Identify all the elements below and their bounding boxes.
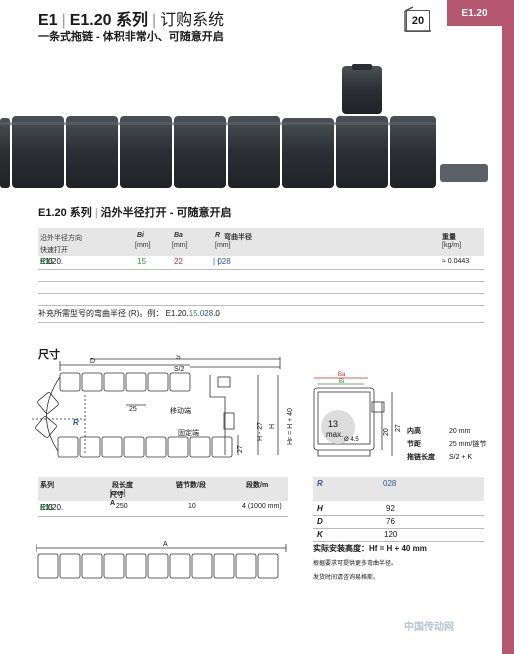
table-divider	[313, 515, 484, 516]
segment-table-header: 系列 段长度 尺寸 A [mm] 链节数/段 段数/m	[38, 477, 288, 507]
label-r: R	[73, 418, 79, 427]
table-divider	[38, 293, 484, 294]
label-moving-end: 移动端	[170, 406, 191, 415]
radius-col-value: 028	[383, 479, 397, 488]
col-bi-unit: [mm]	[135, 242, 151, 249]
page-subtitle: 一条式拖链 - 体积非常小、可随意开启	[38, 31, 224, 43]
segment-row[interactable]: E1.20. 015. R .0 250 10 4 (1000 mm)	[38, 503, 288, 515]
label-max: max.	[326, 430, 343, 439]
segment-links	[37, 553, 279, 579]
col-count: 段数/m	[246, 482, 269, 489]
label-27: 27	[237, 445, 244, 453]
page-edge-band	[502, 0, 514, 654]
label-s: S	[176, 355, 181, 361]
order-r: | 028 |	[213, 257, 231, 266]
page-number-frame	[404, 6, 431, 32]
radius-table-header: R 028	[313, 477, 484, 501]
col-ba: Ba	[174, 232, 183, 239]
label-a: A	[163, 541, 168, 548]
cross-section-drawing: Ba Bi 13 max. Ø 4.5 20 27	[313, 372, 402, 457]
footnote-2: 发货时间请咨询易格斯。	[313, 575, 380, 581]
order-table-header: 沿外半径方向 快速打开 Bi [mm] Ba [mm] R 弯曲半径 [mm] …	[38, 228, 484, 256]
col-length: 段长度	[112, 482, 133, 489]
radius-note-text: 补充所需型号的弯曲半径 (R)。例：	[38, 309, 164, 318]
watermark: 中国传动网	[404, 622, 454, 633]
chain-links	[0, 64, 488, 188]
col-open-outer: 沿外半径方向	[40, 235, 82, 242]
radius-note: 补充所需型号的弯曲半径 (R)。例： E1.20.15.028.0	[38, 309, 220, 318]
label-20: 20	[383, 428, 390, 436]
label-max-value: 13	[328, 419, 338, 429]
label-25: 25	[129, 406, 137, 413]
label-h27: H - 27	[257, 422, 264, 441]
table-divider	[38, 269, 484, 270]
segment-part-number: E1.20. 015. R .0	[40, 503, 64, 512]
page-title: E1 | E1.20 系列 | 订购系统	[38, 12, 225, 29]
label-ba: Ba	[338, 372, 346, 378]
dimension-drawing: D S S/2 25 移动端 固定端 R H - 27 H HF = H + 4…	[32, 355, 294, 458]
label-h: H	[269, 424, 276, 429]
order-bi: 15	[137, 257, 146, 266]
spec-pitch: 节距 25 mm/链节	[407, 441, 487, 448]
install-height: 实际安装高度：Hf = H + 40 mm	[313, 544, 427, 553]
col-length-a: 尺寸 A [mm]	[110, 490, 126, 507]
col-weight-unit: [kg/m]	[442, 242, 462, 249]
spec-chain-length: 拖链长度 S/2 + K	[407, 454, 473, 461]
section-title: E1.20 系列 | 沿外半径打开 - 可随意开启	[38, 207, 232, 219]
radius-col-r: R	[317, 479, 323, 488]
series-name: E1.20 系列	[69, 12, 148, 29]
col-ba-unit: [mm]	[172, 242, 188, 249]
table-divider	[38, 322, 484, 323]
section-desc: 沿外半径打开 - 可随意开启	[100, 207, 232, 219]
label-s2: S/2	[174, 366, 185, 373]
order-part-number: E1.20. 015. R .0	[40, 257, 64, 266]
col-series: 系列	[40, 482, 54, 489]
lower-run-links	[57, 436, 233, 458]
table-divider	[38, 516, 288, 517]
col-quick-open: 快速打开	[40, 247, 68, 254]
label-bi: Bi	[339, 379, 344, 385]
section-name: 订购系统	[160, 12, 225, 29]
order-ba: 22	[174, 257, 183, 266]
col-links: 链节数/段	[176, 482, 206, 489]
table-divider	[38, 281, 484, 282]
label-diameter: Ø 4.5	[344, 437, 359, 443]
label-hf: HF = H + 40	[287, 408, 294, 445]
col-weight: 重量	[442, 234, 456, 241]
series-tab-label: E1.20	[461, 7, 488, 19]
segment-drawing: A	[36, 541, 287, 579]
segment-count: 4 (1000 mm)	[242, 503, 282, 510]
col-r-label: 弯曲半径	[224, 234, 252, 241]
label-d: D	[90, 358, 95, 365]
order-weight: ≈ 0.0443	[442, 258, 470, 265]
label-27: 27	[395, 424, 402, 432]
label-fixed-end: 固定端	[178, 428, 199, 437]
order-row[interactable]: E1.20. 015. R .0 15 22 | 028 | ≈ 0.0443	[38, 257, 484, 269]
table-divider	[313, 541, 484, 542]
series-code: E1	[38, 12, 58, 29]
section-series: E1.20 系列	[38, 207, 92, 219]
col-r: R	[215, 232, 221, 239]
col-bi: Bi	[137, 232, 144, 239]
product-image	[0, 64, 488, 188]
series-tab[interactable]: E1.20	[447, 0, 502, 26]
upper-run-links	[59, 372, 191, 392]
segment-links: 10	[188, 503, 196, 510]
col-r-unit: [mm]	[215, 242, 231, 249]
segment-length: 250	[116, 503, 128, 510]
footnote-1: 根据要求可提供更多弯曲半径。	[313, 561, 398, 567]
table-divider	[38, 305, 484, 306]
table-divider	[313, 528, 484, 529]
spec-inner-height: 内高 20 mm	[407, 428, 471, 435]
